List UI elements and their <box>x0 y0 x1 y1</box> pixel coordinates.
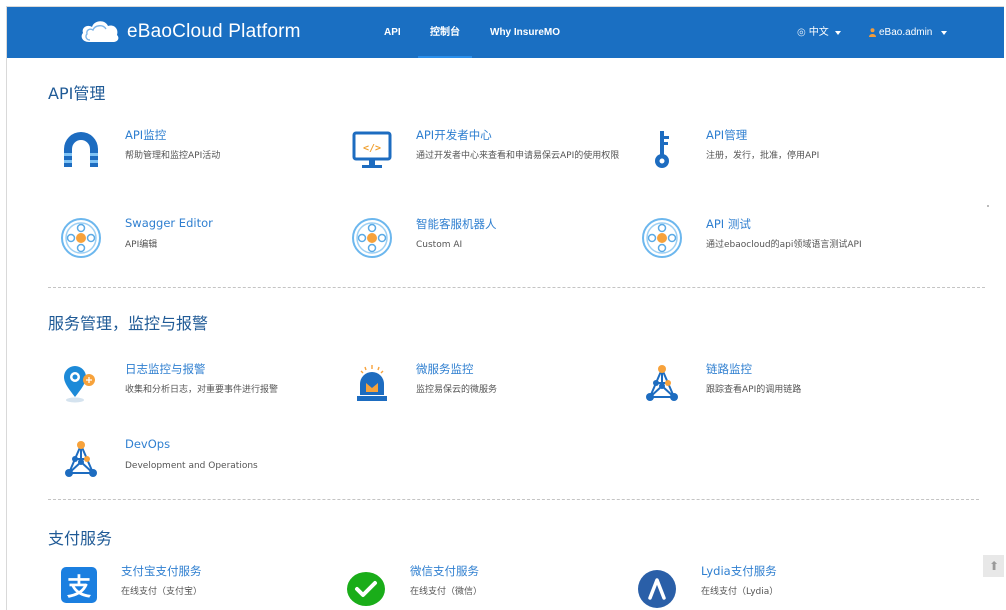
alipay-icon: 支 <box>61 567 97 603</box>
top-navbar: eBaoCloud Platform API 控制台 Why InsureMO … <box>7 7 1004 58</box>
app-frame: eBaoCloud Platform API 控制台 Why InsureMO … <box>6 6 1004 610</box>
log-alarm-icon <box>64 366 95 403</box>
tile-title: Lydia支付服务 <box>701 564 777 578</box>
tile-description: 在线支付（Lydia） <box>701 587 779 597</box>
language-dropdown[interactable]: ◎ 中文 <box>797 7 841 58</box>
tile-description: 收集和分析日志，对重要事件进行报警 <box>125 385 279 395</box>
tile-description: 监控易保云的微服务 <box>416 385 498 395</box>
tile-title: DevOps <box>125 437 171 451</box>
svg-text:</>: </> <box>363 143 381 154</box>
code-monitor-icon: </> <box>352 131 392 168</box>
tile-title: Swagger Editor <box>125 216 213 230</box>
key-icon <box>655 131 669 168</box>
user-dropdown[interactable]: eBao.admin <box>869 7 948 58</box>
tile-microservice-monitor[interactable]: 微服务监控 监控易保云的微服务 <box>350 361 630 421</box>
tile-api-test[interactable]: API 测试 通过ebaocloud的api领域语言测试API <box>640 216 920 276</box>
svg-text:支: 支 <box>67 573 92 601</box>
tile-title: API监控 <box>125 128 167 142</box>
tile-api-monitor[interactable]: API监控 帮助管理和监控API活动 <box>59 127 339 187</box>
section-divider <box>48 499 979 500</box>
tile-alipay[interactable]: 支 支付宝支付服务 在线支付（支付宝） <box>59 563 339 610</box>
tile-title: 日志监控与报警 <box>125 362 206 376</box>
cloud-logo-icon <box>81 21 119 42</box>
tile-lydia-pay[interactable]: Lydia支付服务 在线支付（Lydia） <box>635 563 915 610</box>
robot-icon <box>352 218 392 258</box>
arrow-up-icon: ⬆ <box>988 559 1000 573</box>
alarm-light-icon <box>357 365 387 401</box>
tile-description: 注册，发行，批准，停用API <box>706 151 820 161</box>
tile-title: API开发者中心 <box>416 128 492 142</box>
tile-description: Custom AI <box>416 240 463 250</box>
tile-trace-monitor[interactable]: 链路监控 跟踪查看API的调用链路 <box>640 361 920 421</box>
tile-api-developer-center[interactable]: </> API开发者中心 通过开发者中心来查看和申请易保云API的使用权限 <box>350 127 630 187</box>
scroll-indicator <box>987 205 989 207</box>
user-name: eBao.admin <box>879 27 933 38</box>
nav-link-console[interactable]: 控制台 <box>418 7 472 58</box>
brand-name: eBaoCloud Platform <box>127 21 301 42</box>
tile-description: API编辑 <box>125 240 158 250</box>
gateway-icon <box>64 132 98 167</box>
section-title-api-management: API管理 <box>48 84 106 103</box>
tile-title: 支付宝支付服务 <box>121 564 202 578</box>
section-divider <box>48 287 985 288</box>
nav-link-why-insuremo[interactable]: Why InsureMO <box>490 7 560 58</box>
chevron-down-icon <box>941 30 948 35</box>
language-label: 中文 <box>808 27 829 38</box>
section-title-payment-services: 支付服务 <box>48 529 113 548</box>
tile-custom-ai[interactable]: 智能客服机器人 Custom AI <box>350 216 630 276</box>
test-icon <box>642 218 682 258</box>
lydia-icon <box>638 570 676 608</box>
tile-title: 智能客服机器人 <box>416 217 497 231</box>
tile-description: Development and Operations <box>125 461 258 471</box>
tile-devops[interactable]: DevOps Development and Operations <box>59 437 339 497</box>
swagger-icon <box>61 218 101 258</box>
network-icon <box>646 365 678 401</box>
section-title-service-monitoring: 服务管理，监控与报警 <box>48 314 209 333</box>
brand[interactable]: eBaoCloud Platform <box>79 17 301 47</box>
nav-link-api[interactable]: API <box>384 7 401 58</box>
tile-description: 在线支付（支付宝） <box>121 587 203 597</box>
tile-description: 通过ebaocloud的api领域语言测试API <box>706 240 862 250</box>
tile-title: 链路监控 <box>706 362 752 376</box>
tile-api-management[interactable]: API管理 注册，发行，批准，停用API <box>640 127 920 187</box>
devops-icon <box>65 441 97 477</box>
tile-description: 帮助管理和监控API活动 <box>125 151 221 161</box>
tile-title: 微信支付服务 <box>410 564 479 578</box>
back-to-top-button[interactable]: ⬆ <box>983 555 1004 577</box>
tile-description: 通过开发者中心来查看和申请易保云API的使用权限 <box>416 151 620 161</box>
tile-title: API管理 <box>706 128 748 142</box>
chevron-down-icon <box>834 30 841 35</box>
tile-description: 跟踪查看API的调用链路 <box>706 385 802 395</box>
wechat-icon <box>347 572 385 606</box>
tile-wechat-pay[interactable]: 微信支付服务 在线支付（微信） <box>344 563 624 610</box>
user-icon <box>869 28 876 37</box>
tile-title: 微服务监控 <box>416 362 474 376</box>
tile-swagger-editor[interactable]: Swagger Editor API编辑 <box>59 216 339 276</box>
tile-title: API 测试 <box>706 217 751 231</box>
tile-log-monitor[interactable]: 日志监控与报警 收集和分析日志，对重要事件进行报警 <box>59 361 339 421</box>
tile-description: 在线支付（微信） <box>410 587 483 597</box>
globe-icon: ◎ <box>797 27 806 38</box>
